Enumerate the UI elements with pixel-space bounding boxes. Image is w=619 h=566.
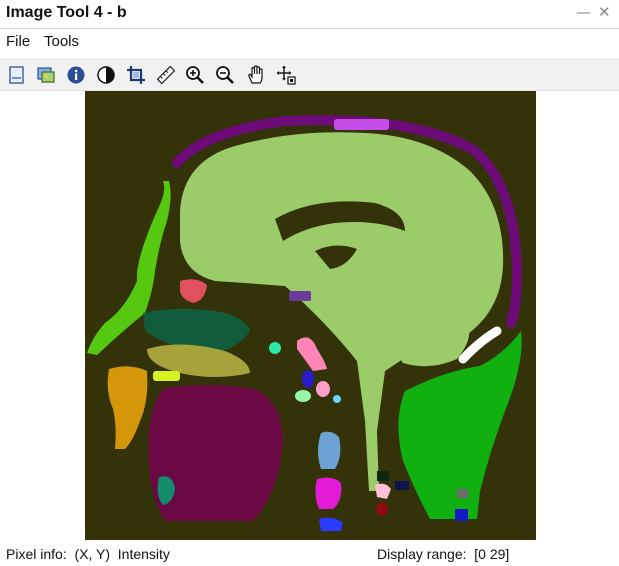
status-bar: Pixel info: (X, Y) Intensity Display ran… bbox=[0, 544, 619, 566]
toolbar bbox=[0, 59, 619, 91]
menu-tools[interactable]: Tools bbox=[44, 33, 79, 50]
image-info-icon bbox=[67, 66, 85, 84]
zoom-in-icon bbox=[186, 66, 204, 84]
display-range-label: Display range: bbox=[377, 546, 467, 562]
minimize-button[interactable]: — bbox=[576, 3, 591, 21]
new-figure-icon bbox=[9, 66, 24, 84]
menu-bar: File Tools bbox=[0, 29, 619, 55]
display-range: Display range: [0 29] bbox=[377, 546, 509, 562]
image-viewport[interactable] bbox=[85, 91, 536, 540]
zoom-out-icon bbox=[216, 66, 234, 84]
pixel-info-label: Pixel info: bbox=[6, 546, 67, 562]
pixel-info: Pixel info: (X, Y) Intensity bbox=[6, 546, 170, 562]
display-range-value: [0 29] bbox=[474, 546, 510, 562]
crop-button[interactable] bbox=[124, 63, 148, 87]
title-bar: Image Tool 4 - b — ✕ bbox=[0, 0, 619, 29]
adjust-contrast-button[interactable] bbox=[94, 63, 118, 87]
export-image-button[interactable] bbox=[34, 63, 58, 87]
window-title: Image Tool 4 - b bbox=[6, 4, 127, 21]
crop-icon bbox=[127, 66, 145, 84]
zoom-in-button[interactable] bbox=[183, 63, 207, 87]
image-info-button[interactable] bbox=[64, 63, 88, 87]
distance-tool-button[interactable] bbox=[154, 63, 178, 87]
close-button[interactable]: ✕ bbox=[598, 3, 611, 21]
distance-tool-icon bbox=[156, 65, 176, 85]
contrast-icon bbox=[97, 66, 115, 84]
pixel-region-button[interactable] bbox=[274, 63, 298, 87]
zoom-out-button[interactable] bbox=[213, 63, 237, 87]
menu-file[interactable]: File bbox=[6, 33, 30, 50]
segmentation-image bbox=[85, 91, 536, 540]
pixel-region-icon bbox=[276, 65, 296, 85]
new-figure-button[interactable] bbox=[5, 63, 29, 87]
pan-hand-icon bbox=[248, 65, 263, 84]
pixel-info-value: (X, Y) Intensity bbox=[74, 546, 170, 562]
export-image-icon bbox=[37, 67, 55, 83]
pan-button[interactable] bbox=[244, 63, 268, 87]
